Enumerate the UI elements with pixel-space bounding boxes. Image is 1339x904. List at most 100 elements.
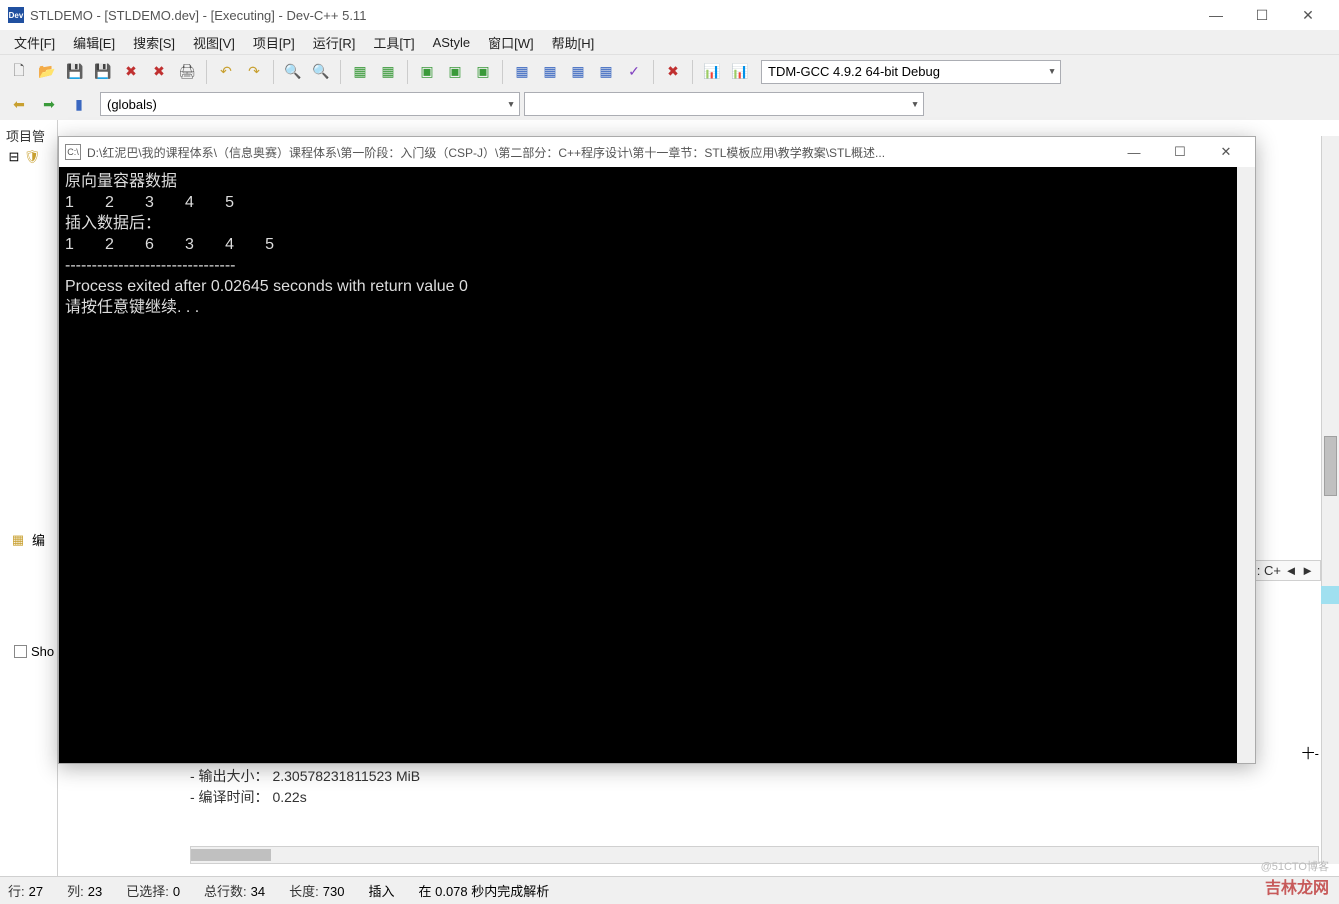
compile-run-icon[interactable]: ▣ (414, 59, 440, 85)
window-title: STLDEMO - [STLDEMO.dev] - [Executing] - … (30, 8, 1193, 23)
status-line-value: 27 (29, 884, 43, 899)
console-line: 插入数据后： (65, 215, 161, 232)
app-icon: Dev (8, 7, 24, 23)
status-col-value: 23 (88, 884, 102, 899)
save-icon[interactable]: 💾 (62, 59, 88, 85)
menu-window[interactable]: 窗口[W] (480, 31, 542, 54)
console-output[interactable]: 原向量容器数据 1 2 3 4 5 插入数据后： 1 2 6 3 4 5 ---… (59, 167, 1237, 763)
toolbar-separator (273, 60, 274, 84)
replace-icon[interactable]: 🔍 (308, 59, 334, 85)
goto-fwd-icon[interactable]: ➡ (36, 91, 62, 117)
hscroll-thumb[interactable] (191, 849, 271, 861)
project-panel-title: 项目管 (4, 124, 53, 147)
status-sel-value: 0 (173, 884, 180, 899)
watermark2: @51CTO博客 (1261, 858, 1329, 874)
delete-icon[interactable]: ✖ (660, 59, 686, 85)
menu-edit[interactable]: 编辑[E] (65, 31, 123, 54)
toolbar-separator (692, 60, 693, 84)
scroll-marker (1321, 586, 1339, 604)
compile-tab-label[interactable]: 编 (28, 528, 49, 551)
menu-project[interactable]: 项目[P] (245, 31, 303, 54)
status-total-value: 34 (251, 884, 265, 899)
main-window: Dev STLDEMO - [STLDEMO.dev] - [Executing… (0, 0, 1339, 904)
find-icon[interactable]: 🔍 (280, 59, 306, 85)
analyze-icon[interactable]: 📊 (727, 59, 753, 85)
function-select[interactable] (524, 92, 924, 116)
menubar: 文件[F] 编辑[E] 搜索[S] 视图[V] 项目[P] 运行[R] 工具[T… (0, 30, 1339, 54)
console-maximize-button[interactable]: ☐ (1157, 137, 1203, 167)
editor-file-tab[interactable]: : C+ ◄ ► (1250, 560, 1321, 581)
menu-tools[interactable]: 工具[T] (365, 31, 422, 54)
grid2-icon[interactable]: ▦ (537, 59, 563, 85)
goto-back-icon[interactable]: ⬅ (6, 91, 32, 117)
log-line: - 输出大小： 2.30578231811523 MiB (190, 766, 420, 787)
project-panel[interactable]: 项目管 ⊟ 🛡 (0, 120, 58, 904)
console-close-button[interactable]: ✕ (1203, 137, 1249, 167)
grid1-icon[interactable]: ▦ (509, 59, 535, 85)
toolbar-separator (206, 60, 207, 84)
status-mode: 插入 (368, 881, 394, 900)
vertical-scrollbar[interactable] (1321, 136, 1339, 864)
status-parse: 在 0.078 秒内完成解析 (418, 881, 549, 900)
shorten-checkbox[interactable] (14, 645, 27, 658)
console-minimize-button[interactable]: — (1111, 137, 1157, 167)
toolbar-separator (340, 60, 341, 84)
status-len-value: 730 (323, 884, 345, 899)
scroll-thumb[interactable] (1324, 436, 1337, 496)
profile-icon[interactable]: 📊 (699, 59, 725, 85)
check-icon[interactable]: ✓ (621, 59, 647, 85)
console-app-icon: C:\ (65, 144, 81, 160)
scope-select[interactable]: (globals) (100, 92, 520, 116)
chevron-right-icon[interactable]: ► (1301, 563, 1314, 578)
menu-run[interactable]: 运行[R] (305, 31, 364, 54)
console-line: Process exited after 0.02645 seconds wit… (65, 278, 468, 295)
execute-icon[interactable]: ▣ (470, 59, 496, 85)
close-file-icon[interactable]: ✖ (118, 59, 144, 85)
new-file-icon[interactable]: 🗋 (6, 59, 32, 85)
menu-search[interactable]: 搜索[S] (125, 31, 183, 54)
toolbar-separator (407, 60, 408, 84)
compile-icon[interactable]: ▦ (347, 59, 373, 85)
output-tabs: ▦ 编 (10, 528, 49, 551)
grid3-icon[interactable]: ▦ (565, 59, 591, 85)
console-title: D:\红泥巴\我的课程体系\（信息奥赛）课程体系\第一阶段：入门级（CSP-J）… (87, 144, 1111, 161)
horizontal-scrollbar[interactable] (190, 846, 1319, 864)
bookmark-icon[interactable]: ▮ (66, 91, 92, 117)
bottom-right-text: 十- (1302, 743, 1319, 762)
watermark: 吉林龙网 (1265, 874, 1329, 898)
menu-file[interactable]: 文件[F] (6, 31, 63, 54)
compiler-selected-label: TDM-GCC 4.9.2 64-bit Debug (768, 64, 940, 79)
toolbar-separator (502, 60, 503, 84)
print-icon[interactable]: 🖨 (174, 59, 200, 85)
menu-astyle[interactable]: AStyle (425, 33, 479, 52)
close-button[interactable]: ✕ (1285, 0, 1331, 30)
chevron-left-icon[interactable]: ◄ (1285, 563, 1298, 578)
menu-view[interactable]: 视图[V] (185, 31, 243, 54)
run-icon[interactable]: ▦ (375, 59, 401, 85)
menu-help[interactable]: 帮助[H] (544, 31, 603, 54)
console-line: 请按任意键继续. . . (65, 299, 199, 316)
status-line-label: 行: (8, 884, 25, 899)
maximize-button[interactable]: ☐ (1239, 0, 1285, 30)
main-toolbar: 🗋 📂 💾 💾 ✖ ✖ 🖨 ↶ ↷ 🔍 🔍 ▦ ▦ ▣ ▣ ▣ ▦ ▦ ▦ ▦ … (0, 54, 1339, 88)
open-file-icon[interactable]: 📂 (34, 59, 60, 85)
console-titlebar[interactable]: C:\ D:\红泥巴\我的课程体系\（信息奥赛）课程体系\第一阶段：入门级（CS… (59, 137, 1255, 167)
grid4-icon[interactable]: ▦ (593, 59, 619, 85)
editor-file-tab-label: : C+ (1257, 563, 1281, 578)
project-tree-root[interactable]: ⊟ 🛡 (4, 147, 53, 167)
main-titlebar[interactable]: Dev STLDEMO - [STLDEMO.dev] - [Executing… (0, 0, 1339, 30)
console-line: -------------------------------- (65, 257, 236, 274)
scope-label: (globals) (107, 97, 157, 112)
rebuild-icon[interactable]: ▣ (442, 59, 468, 85)
shorten-checkbox-row[interactable]: Sho (14, 644, 54, 659)
minimize-button[interactable]: — (1193, 0, 1239, 30)
redo-icon[interactable]: ↷ (241, 59, 267, 85)
compiler-select[interactable]: TDM-GCC 4.9.2 64-bit Debug (761, 60, 1061, 84)
close-all-icon[interactable]: ✖ (146, 59, 172, 85)
project-shield-icon: 🛡 (24, 149, 40, 165)
console-line: 1 2 3 4 5 (65, 194, 234, 211)
console-scrollbar[interactable] (1237, 167, 1255, 763)
save-all-icon[interactable]: 💾 (90, 59, 116, 85)
undo-icon[interactable]: ↶ (213, 59, 239, 85)
tree-collapse-icon[interactable]: ⊟ (6, 149, 22, 165)
